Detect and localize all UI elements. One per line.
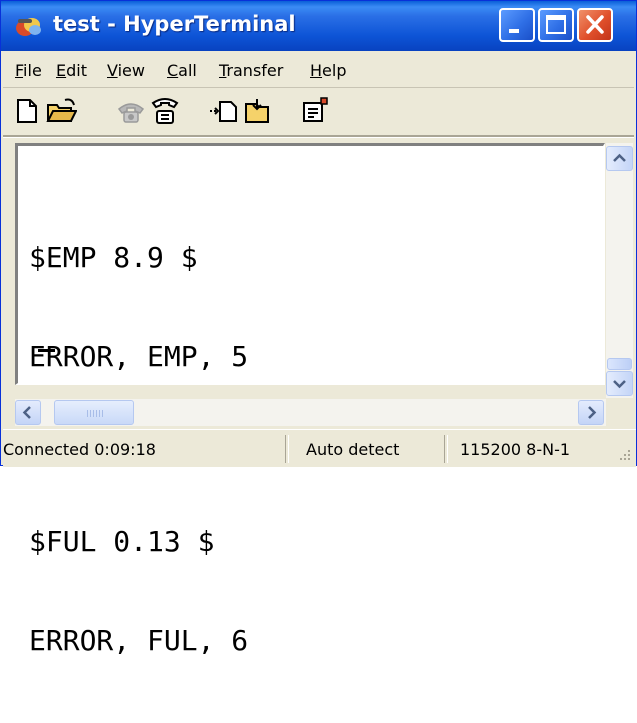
open-folder-icon[interactable] <box>45 95 77 127</box>
minimize-icon <box>509 29 519 33</box>
terminal-line: ERROR, FUL, 6 <box>29 624 249 657</box>
scroll-right-button[interactable] <box>578 400 604 425</box>
chevron-up-icon <box>613 153 626 162</box>
menu-transfer[interactable]: Transfer <box>219 61 283 80</box>
title-bar[interactable]: test - HyperTerminal <box>1 1 636 51</box>
toolbar <box>3 89 634 133</box>
menu-view[interactable]: View <box>107 61 145 80</box>
resize-grip-icon[interactable] <box>618 448 632 462</box>
text-cursor <box>38 349 55 352</box>
menu-help[interactable]: Help <box>310 61 346 80</box>
receive-icon[interactable] <box>241 95 273 127</box>
new-document-icon[interactable] <box>11 95 43 127</box>
scroll-down-button[interactable] <box>606 371 633 396</box>
terminal-line: $FUL 0.13 $ <box>29 525 215 558</box>
hyperterminal-window: test - HyperTerminal File Edit View Call… <box>0 0 637 657</box>
vertical-scrollbar[interactable] <box>606 143 633 398</box>
chevron-left-icon <box>22 406 31 419</box>
close-icon <box>586 15 604 34</box>
vertical-scroll-thumb[interactable] <box>607 358 632 370</box>
chevron-down-icon <box>613 380 626 389</box>
properties-icon[interactable] <box>299 95 331 127</box>
menu-edit[interactable]: Edit <box>56 61 87 80</box>
close-button[interactable] <box>577 8 613 42</box>
menu-call[interactable]: Call <box>167 61 197 80</box>
scroll-up-button[interactable] <box>606 146 633 171</box>
window-title: test - HyperTerminal <box>53 12 296 36</box>
status-settings: 115200 8-N-1 <box>460 440 571 459</box>
menu-bar: File Edit View Call Transfer Help <box>3 53 634 87</box>
horizontal-scroll-thumb[interactable] <box>54 400 134 425</box>
terminal-line: $EMP 8.9 $ <box>29 241 198 274</box>
status-divider <box>285 435 289 463</box>
toolbar-divider <box>3 135 634 138</box>
send-icon[interactable] <box>207 95 239 127</box>
status-bar: Connected 0:09:18 Auto detect 115200 8-N… <box>3 429 636 467</box>
horizontal-scrollbar[interactable] <box>15 399 606 426</box>
status-detect: Auto detect <box>306 440 400 459</box>
menu-divider <box>3 87 634 88</box>
disconnect-phone-icon[interactable] <box>149 95 181 127</box>
status-divider <box>444 435 448 463</box>
connect-phone-icon[interactable] <box>115 95 147 127</box>
minimize-button[interactable] <box>499 8 535 42</box>
hyperterminal-app-icon[interactable] <box>15 13 43 39</box>
status-connection: Connected 0:09:18 <box>3 440 156 459</box>
scroll-grip-icon <box>87 410 103 417</box>
maximize-button[interactable] <box>538 8 574 42</box>
menu-file[interactable]: File <box>15 61 42 80</box>
chevron-right-icon <box>588 406 597 419</box>
terminal-line: ERROR, EMP, 5 <box>29 340 249 373</box>
maximize-icon <box>546 15 566 34</box>
scroll-left-button[interactable] <box>15 400 41 425</box>
